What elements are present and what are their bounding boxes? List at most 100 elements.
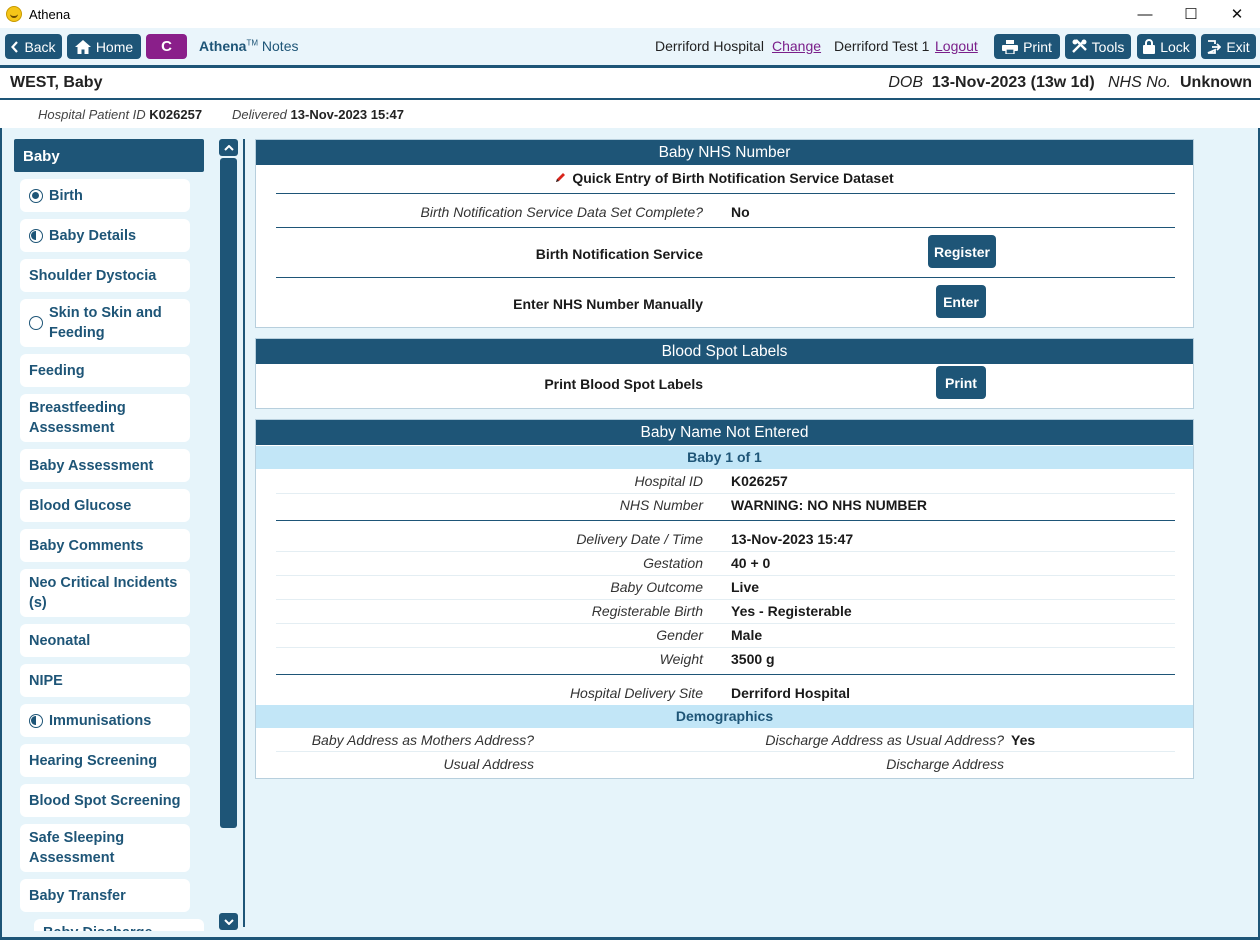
baby-count: Baby 1 of 1 [256,446,1193,469]
sidebar-item-birth[interactable]: Birth [20,179,190,212]
sidebar-item-breastfeeding[interactable]: Breastfeeding Assessment [20,394,190,442]
sidebar-item-label: Blood Spot Screening [29,792,181,809]
chevron-down-icon [223,918,234,925]
sidebar-item-label: Safe Sleeping Assessment [29,830,125,866]
hospital-name: Derriford Hospital [655,38,764,54]
sidebar-item-safe-sleeping[interactable]: Safe Sleeping Assessment [20,824,190,872]
print-labels-button[interactable]: Print [936,366,986,399]
nhs-number-value: WARNING: NO NHS NUMBER [731,497,927,513]
sidebar-item-label: Hearing Screening [29,752,158,769]
sidebar-item-shoulder-dystocia[interactable]: Shoulder Dystocia [20,259,190,292]
nhs-number-panel: Baby NHS Number Quick Entry of Birth Not… [255,139,1194,328]
sidebar-item-label: Skin to Skin and Feeding [49,305,162,341]
patient-subbar: Hospital Patient ID K026257 Delivered 13… [0,100,1260,128]
close-button[interactable]: ✕ [1214,0,1260,28]
scroll-down-button[interactable] [219,913,238,930]
patient-name: WEST, Baby [10,74,103,91]
back-label: Back [24,38,56,55]
dataset-complete-label: Birth Notification Service Data Set Comp… [420,204,703,220]
row-separator [276,575,1175,576]
change-hospital-link[interactable]: Change [772,38,821,54]
row-separator [276,647,1175,648]
home-button[interactable]: Home [67,34,141,59]
completed-icon [29,188,43,203]
sidebar-item-baby-discharge[interactable]: Baby Discharge [34,919,204,931]
sidebar-item-blood-glucose[interactable]: Blood Glucose [20,489,190,522]
sidebar-item-label: Breastfeeding Assessment [29,400,126,436]
delivered-label: Delivered [232,107,287,122]
row-separator [276,493,1175,494]
sidebar-header[interactable]: Baby [14,139,204,172]
sidebar-item-label: Baby Assessment [29,457,154,474]
delivery-value: 13-Nov-2023 15:47 [731,531,854,547]
brand-name: Athena [199,38,247,54]
sidebar-item-label: Neo Critical Incidents (s) [29,575,178,611]
register-button[interactable]: Register [928,235,996,268]
exit-button[interactable]: Exit [1201,34,1256,59]
sidebar-item-blood-spot[interactable]: Blood Spot Screening [20,784,190,817]
sidebar-item-label: Shoulder Dystocia [29,267,157,284]
row-separator [276,551,1175,552]
dob-label: DOB [888,74,924,91]
sidebar-item-skin-to-skin[interactable]: Skin to Skin and Feeding [20,299,190,347]
divider [276,277,1175,278]
discharge-address-label: Discharge Address [886,756,1004,772]
sidebar-item-neo-critical[interactable]: Neo Critical Incidents (s) [20,569,190,617]
sidebar-item-baby-details[interactable]: Baby Details [20,219,190,252]
maximize-button[interactable]: ☐ [1168,0,1214,28]
nhs-label: NHS No. [1107,74,1172,91]
enter-nhs-button[interactable]: Enter [936,285,986,318]
chevron-up-icon [223,144,234,151]
delivery-site-value: Derriford Hospital [731,685,851,701]
blood-spot-panel: Blood Spot Labels Print Blood Spot Label… [255,338,1194,409]
logout-link[interactable]: Logout [935,38,978,54]
divider [276,674,1175,675]
print-label: Print [1023,38,1052,55]
exit-label: Exit [1226,38,1250,55]
delivery-site-label: Hospital Delivery Site [569,685,703,701]
minimize-button[interactable]: — [1122,0,1168,28]
sidebar-item-baby-assessment[interactable]: Baby Assessment [20,449,190,482]
sidebar-item-hearing[interactable]: Hearing Screening [20,744,190,777]
printer-icon [1002,39,1019,54]
sidebar-item-baby-comments[interactable]: Baby Comments [20,529,190,562]
empty-icon [29,316,43,330]
close-icon: ✕ [1230,6,1244,23]
scroll-up-button[interactable] [219,139,238,156]
c-button[interactable]: C [146,34,187,59]
toolbar: Back Home C AthenaTM Notes Derriford Hos… [0,28,1260,65]
sidebar-item-label: Neonatal [29,632,91,649]
baby-details-panel: Baby Name Not Entered Baby 1 of 1 Hospit… [255,419,1194,779]
gestation-label: Gestation [643,555,703,571]
quick-entry-link[interactable]: Quick Entry of Birth Notification Servic… [256,170,1193,186]
gender-value: Male [731,627,763,643]
pencil-icon [556,173,566,182]
sidebar-item-immunisations[interactable]: Immunisations [20,704,190,737]
sidebar-item-label: Baby Comments [29,537,144,554]
tools-button[interactable]: Tools [1065,34,1131,59]
sidebar-scrollbar[interactable] [219,139,238,931]
title-bar: Athena — ☐ ✕ [0,0,1260,28]
patient-banner: WEST, Baby DOB 13-Nov-2023 (13w 1d) NHS … [0,68,1260,98]
sidebar-item-baby-transfer[interactable]: Baby Transfer [20,879,190,912]
print-button[interactable]: Print [994,34,1060,59]
sidebar-item-feeding[interactable]: Feeding [20,354,190,387]
nhs-panel-title: Baby NHS Number [256,140,1193,165]
sidebar-item-neonatal[interactable]: Neonatal [20,624,190,657]
lock-button[interactable]: Lock [1137,34,1196,59]
sidebar-item-label: Immunisations [49,712,152,729]
manual-nhs-label: Enter NHS Number Manually [513,296,703,312]
gender-label: Gender [656,627,703,643]
outcome-label: Baby Outcome [610,579,703,595]
baby-panel-title: Baby Name Not Entered [256,420,1193,445]
discharge-usual-value: Yes [1011,732,1036,748]
scroll-thumb[interactable] [220,158,237,828]
partial-icon [29,713,43,728]
home-icon [74,39,91,54]
quick-entry-label: Quick Entry of Birth Notification Servic… [572,170,894,186]
back-button[interactable]: Back [5,34,62,59]
maximize-icon: ☐ [1184,6,1198,23]
hospital-id-label: Hospital ID [634,473,703,489]
sidebar-item-nipe[interactable]: NIPE [20,664,190,697]
bns-label: Birth Notification Service [535,246,703,262]
